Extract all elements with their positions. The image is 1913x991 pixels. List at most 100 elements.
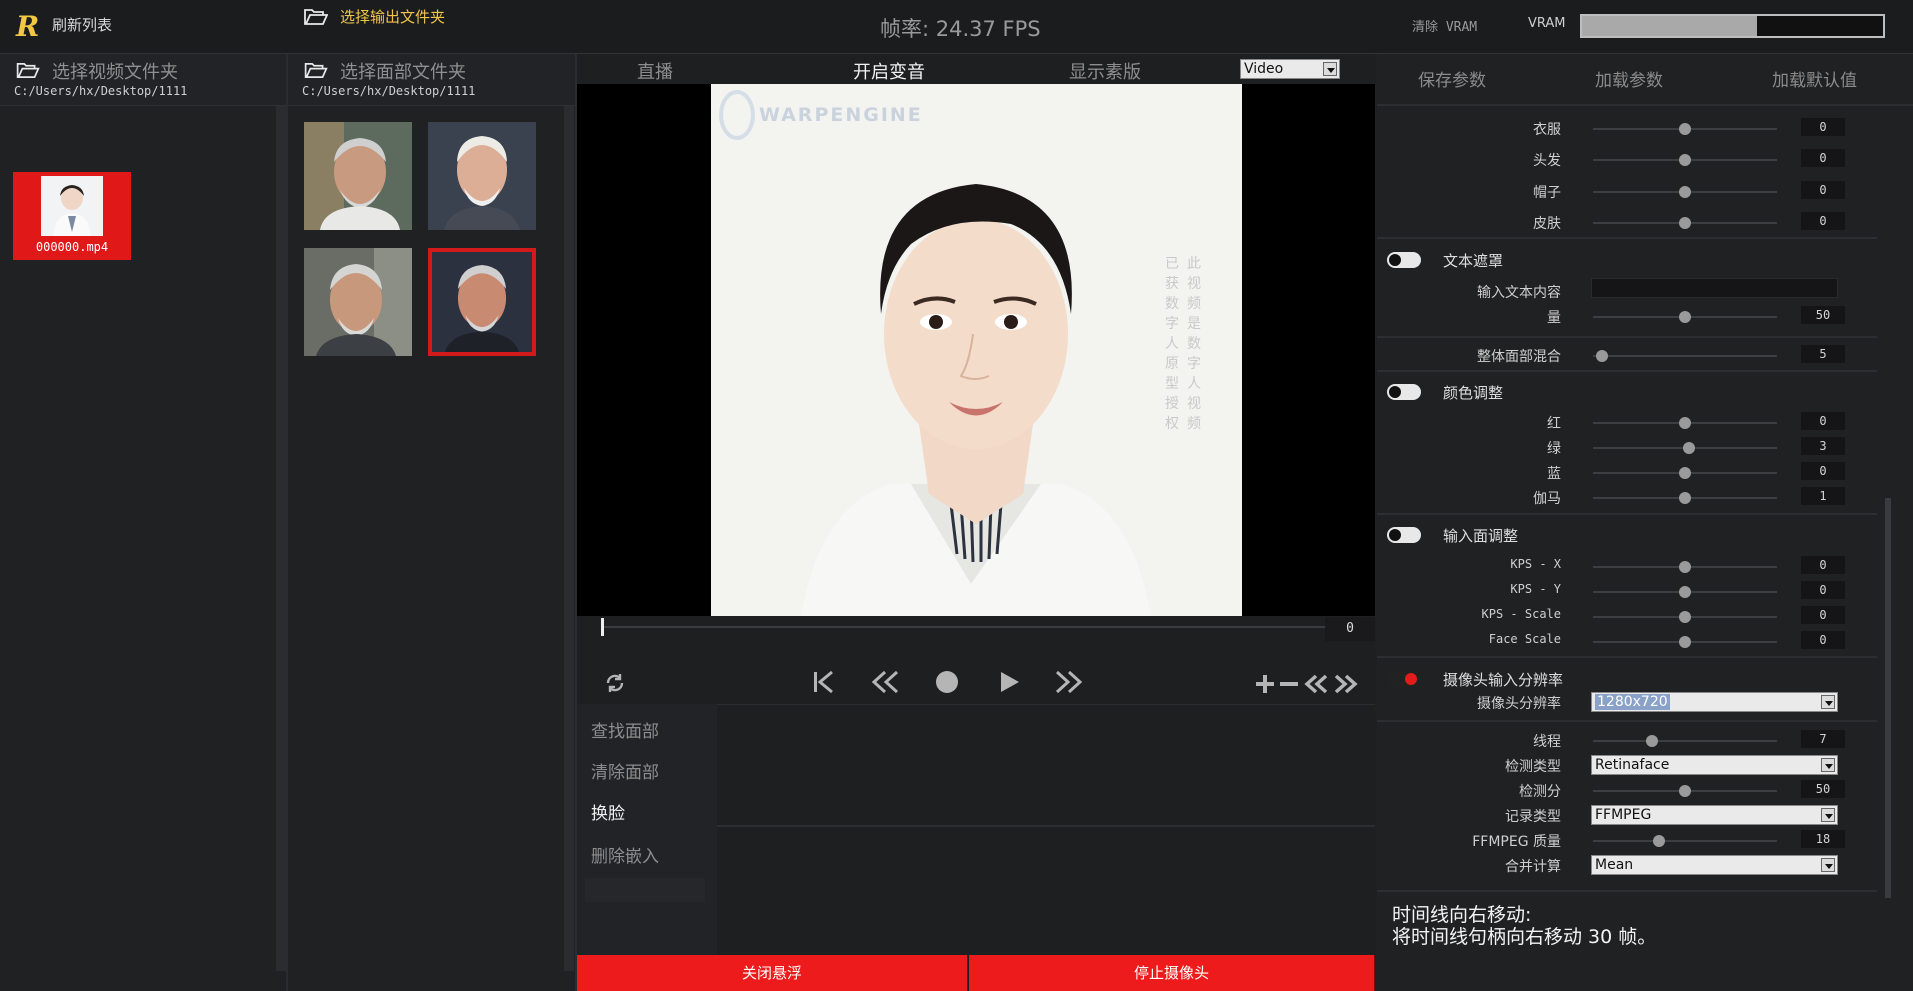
skip-to-start-icon[interactable] [810, 668, 836, 696]
ffmpeg-quality-slider-track[interactable] [1593, 840, 1777, 842]
text-mask-input[interactable] [1591, 278, 1838, 298]
occlusion-1-value[interactable]: 0 [1801, 149, 1845, 167]
face-thumbnail[interactable] [428, 122, 536, 230]
input-face-0-value[interactable]: 0 [1801, 556, 1845, 574]
color-1-value[interactable]: 3 [1801, 437, 1845, 455]
detect-type-select[interactable]: Retinaface [1591, 755, 1838, 775]
detect-score-slider-knob[interactable] [1679, 785, 1691, 797]
occlusion-3-value[interactable]: 0 [1801, 212, 1845, 230]
merge-method-select[interactable]: Mean [1591, 855, 1838, 875]
occlusion-2-slider-knob[interactable] [1679, 186, 1691, 198]
select-video-folder-button[interactable]: 选择视频文件夹 [52, 58, 178, 84]
ffmpeg-quality-value[interactable]: 18 [1801, 830, 1845, 848]
threads-value[interactable]: 7 [1801, 730, 1845, 748]
input-face-0-slider-knob[interactable] [1679, 561, 1691, 573]
select-face-folder-button[interactable]: 选择面部文件夹 [340, 58, 466, 84]
color-adjust-label: 颜色调整 [1443, 384, 1504, 402]
occlusion-3-slider-knob[interactable] [1679, 217, 1691, 229]
toggle-knob [1405, 673, 1417, 685]
find-faces-button[interactable]: 查找面部 [591, 717, 659, 742]
delete-embedding-button[interactable]: 删除嵌入 [591, 842, 659, 867]
input-face-adjust-toggle[interactable] [1387, 527, 1421, 543]
section-divider [1377, 336, 1877, 338]
input-face-2-slider-knob[interactable] [1679, 611, 1691, 623]
camera-resolution-select[interactable]: 1280x720 [1591, 692, 1838, 712]
input-face-1-label: KPS - Y [1510, 582, 1561, 596]
merge-method-label: 合并计算 [1505, 859, 1561, 875]
tab-voice-change[interactable]: 开启变音 [853, 58, 925, 84]
threads-slider-track[interactable] [1593, 740, 1777, 742]
face-panel-scrollbar[interactable] [564, 106, 574, 971]
refresh-list-button[interactable]: 刷新列表 [52, 14, 112, 35]
folder-open-icon[interactable] [16, 62, 40, 79]
parameters-scrollbar[interactable] [1885, 498, 1891, 898]
record-icon[interactable] [933, 668, 961, 696]
face-thumbnail-selected[interactable] [428, 248, 536, 356]
color-adjust-toggle[interactable] [1387, 384, 1421, 400]
refresh-icon[interactable] [603, 671, 627, 695]
close-floating-button[interactable]: 关闭悬浮 [577, 955, 968, 991]
face-thumbnail[interactable] [304, 122, 412, 230]
color-1-slider-knob[interactable] [1682, 442, 1695, 454]
color-3-slider-knob[interactable] [1679, 492, 1691, 504]
occlusion-0-slider-knob[interactable] [1679, 123, 1691, 135]
load-defaults-button[interactable]: 加载默认值 [1772, 66, 1857, 91]
input-face-3-value[interactable]: 0 [1801, 631, 1845, 649]
play-icon[interactable] [995, 668, 1023, 696]
clear-faces-button[interactable]: 清除面部 [591, 758, 659, 783]
color-3-value[interactable]: 1 [1801, 487, 1845, 505]
folder-open-icon[interactable] [304, 62, 328, 79]
input-face-1-slider-knob[interactable] [1679, 586, 1691, 598]
preview-image [711, 84, 1242, 616]
occlusion-1-slider-knob[interactable] [1679, 154, 1691, 166]
swap-faces-button[interactable]: 换脸 [591, 799, 625, 824]
watermark-logo-icon [719, 90, 755, 140]
section-divider [1377, 513, 1877, 515]
color-0-value[interactable]: 0 [1801, 412, 1845, 430]
vram-label: VRAM [1528, 16, 1566, 31]
color-2-slider-knob[interactable] [1679, 467, 1691, 479]
input-face-1-value[interactable]: 0 [1801, 581, 1845, 599]
tab-live[interactable]: 直播 [637, 58, 673, 84]
input-face-2-label: KPS - Scale [1481, 607, 1561, 621]
vram-usage-fill [1582, 16, 1757, 36]
detect-score-value[interactable]: 50 [1801, 780, 1845, 798]
color-0-slider-knob[interactable] [1679, 417, 1691, 429]
video-file-item[interactable]: 000000.mp4 [13, 172, 131, 260]
face-blend-value[interactable]: 5 [1801, 345, 1845, 363]
text-mask-toggle[interactable] [1387, 252, 1421, 268]
folder-open-icon[interactable] [304, 8, 328, 26]
select-output-folder-button[interactable]: 选择输出文件夹 [340, 6, 445, 27]
record-type-select[interactable]: FFMPEG [1591, 805, 1838, 825]
stop-camera-button[interactable]: 停止摄像头 [969, 955, 1375, 991]
text-mask-amount-slider-knob[interactable] [1679, 311, 1691, 323]
face-blend-slider-track[interactable] [1593, 355, 1777, 357]
occlusion-2-value[interactable]: 0 [1801, 181, 1845, 199]
face-thumbnail[interactable] [304, 248, 412, 356]
embedding-name-input[interactable] [585, 878, 705, 902]
occlusion-0-value[interactable]: 0 [1801, 118, 1845, 136]
color-2-value[interactable]: 0 [1801, 462, 1845, 480]
timeline-handle[interactable] [601, 618, 604, 636]
video-panel-scrollbar[interactable] [276, 106, 286, 971]
input-face-3-slider-knob[interactable] [1679, 636, 1691, 648]
load-params-button[interactable]: 加载参数 [1595, 66, 1663, 91]
chevron-down-icon [1821, 808, 1835, 822]
timeline-track[interactable] [603, 626, 1326, 628]
input-face-2-value[interactable]: 0 [1801, 606, 1845, 624]
mode-select[interactable]: Video [1240, 59, 1340, 79]
frame-number[interactable]: 0 [1325, 617, 1375, 641]
fast-forward-icon[interactable] [1053, 668, 1085, 696]
watermark-column-2: 已获数字人原型授权 [1165, 256, 1179, 432]
text-mask-amount-value[interactable]: 50 [1801, 306, 1845, 324]
camera-resolution-toggle[interactable] [1387, 671, 1421, 687]
video-preview[interactable]: WARPENGINE 此视频是数字人视频 已获数字人原型授权 [577, 84, 1375, 616]
clear-vram-button[interactable]: 清除 VRAM [1412, 16, 1477, 35]
rewind-icon[interactable] [869, 668, 901, 696]
tab-show-original[interactable]: 显示素版 [1069, 58, 1141, 84]
input-face-3-label: Face Scale [1488, 632, 1561, 646]
threads-slider-knob[interactable] [1645, 735, 1658, 747]
toggle-knob [1389, 386, 1401, 398]
save-params-button[interactable]: 保存参数 [1418, 66, 1486, 91]
face-panel-header: 选择面部文件夹 C:/Users/hx/Desktop/1111 [288, 54, 575, 106]
